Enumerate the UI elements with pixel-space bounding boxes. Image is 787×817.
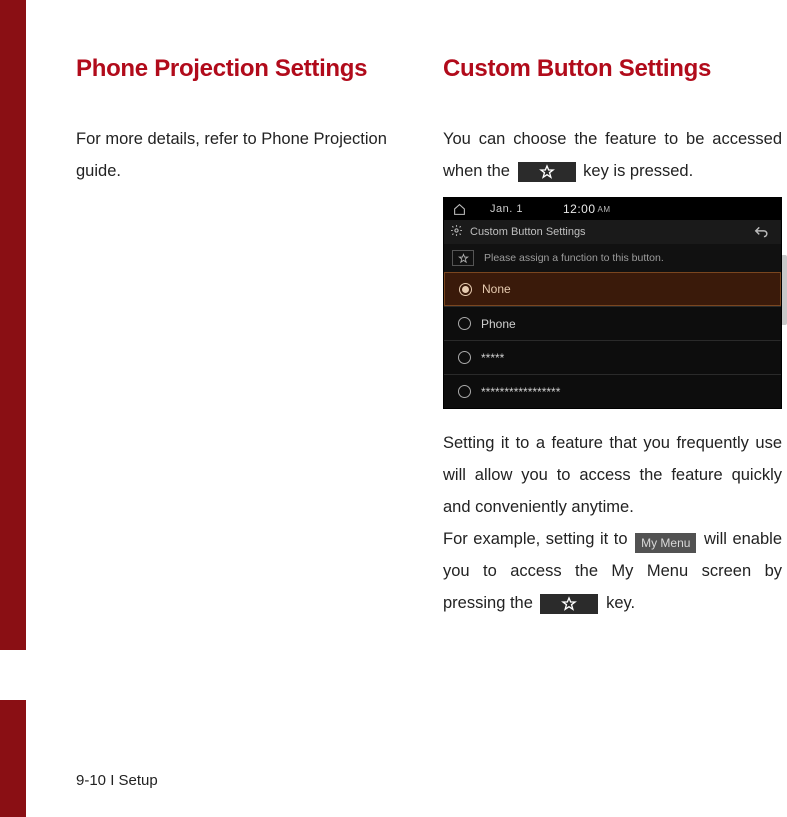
device-ampm: AM [598,205,611,214]
device-hint-row: Please assign a function to this button. [444,244,781,272]
device-date: Jan. 1 [490,203,523,215]
device-option-row: ***** [444,340,781,374]
device-screenshot: Jan. 1 12:00 AM Custom Button Settings [443,197,782,409]
example-text-c: key. [601,594,635,612]
device-hint-text: Please assign a function to this button. [484,252,664,264]
device-option-label: ***************** [481,385,560,399]
device-option-label: None [482,282,511,296]
section-title-phone-projection: Phone Projection Settings [76,55,415,83]
custom-button-example: For example, setting it to My Menu will … [443,523,782,619]
custom-button-para2: Setting it to a feature that you frequen… [443,427,782,523]
radio-icon [458,385,471,398]
back-icon [747,223,775,241]
radio-icon [458,351,471,364]
star-key-icon [540,594,598,614]
device-option-label: ***** [481,351,504,365]
home-icon [450,203,468,216]
margin-band [0,0,26,817]
section-title-custom-button: Custom Button Settings [443,55,782,83]
gear-icon [450,224,464,240]
mymenu-badge: My Menu [635,533,696,553]
device-option-row: Phone [444,306,781,340]
device-option-label: Phone [481,317,516,331]
phone-projection-para: For more details, refer to Phone Project… [76,123,415,187]
intro-text-b: key is pressed. [579,162,694,180]
device-status-bar: Jan. 1 12:00 AM [444,198,781,220]
device-title-bar: Custom Button Settings [444,220,781,244]
device-time: 12:00 [563,202,596,216]
radio-icon [459,283,472,296]
page-footer: 9-10 I Setup [76,772,158,789]
device-option-row: ***************** [444,374,781,408]
star-badge-icon [452,250,474,266]
star-key-icon [518,162,576,182]
custom-button-intro: You can choose the feature to be accesse… [443,123,782,187]
example-text-a: For example, setting it to [443,530,633,548]
device-option-row: None [444,272,781,306]
radio-icon [458,317,471,330]
device-screen-title: Custom Button Settings [470,226,586,238]
